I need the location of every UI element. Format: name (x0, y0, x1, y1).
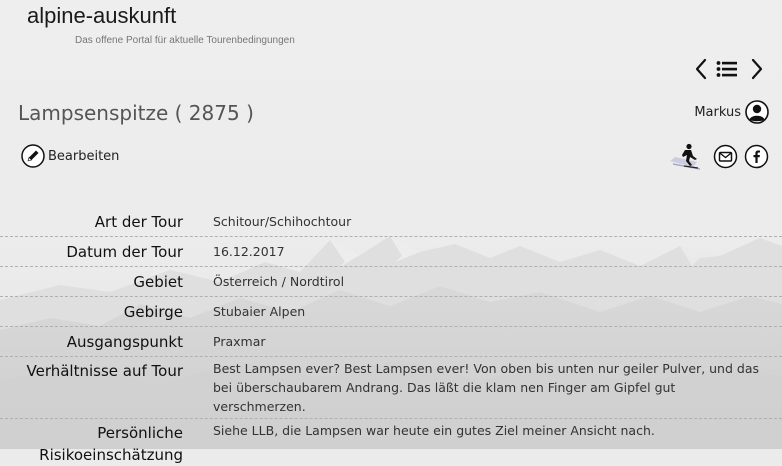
detail-value: Praxmar (213, 334, 266, 349)
detail-label: Verhältnisse auf Tour (26, 362, 184, 380)
detail-value: Österreich / Nordtirol (213, 274, 345, 289)
detail-label: Persönliche Risikoeinschätzung (39, 424, 183, 464)
share-actions (667, 142, 769, 170)
detail-value: Stubaier Alpen (213, 304, 306, 319)
edit-button[interactable]: Bearbeiten (21, 144, 119, 168)
facebook-icon[interactable] (744, 144, 769, 169)
detail-row-verhaeltnisse: Verhältnisse auf Tour Best Lampsen ever?… (0, 357, 782, 419)
tour-navigation (690, 57, 768, 81)
detail-label: Ausgangspunkt (66, 333, 183, 351)
mail-icon[interactable] (713, 144, 738, 169)
user-menu[interactable]: Markus (694, 100, 769, 124)
detail-value: Best Lampsen ever? Best Lampsen ever! Vo… (213, 361, 759, 414)
detail-label: Art der Tour (94, 213, 183, 231)
detail-row-ausgangspunkt: Ausgangspunkt Praxmar (0, 327, 782, 357)
list-icon[interactable] (714, 57, 740, 81)
detail-row-datum: Datum der Tour 16.12.2017 (0, 237, 782, 267)
skier-icon[interactable] (667, 142, 707, 170)
chevron-left-icon[interactable] (690, 57, 712, 81)
detail-label: Gebirge (123, 303, 183, 321)
detail-row-gebiet: Gebiet Österreich / Nordtirol (0, 267, 782, 297)
detail-value: 16.12.2017 (213, 244, 285, 259)
pencil-icon[interactable] (21, 144, 45, 168)
edit-label[interactable]: Bearbeiten (48, 149, 119, 164)
detail-label: Datum der Tour (66, 243, 183, 261)
detail-row-art: Art der Tour Schitour/Schihochtour (0, 207, 782, 237)
page-title: Lampsenspitze ( 2875 ) (18, 101, 254, 125)
detail-value: Siehe LLB, die Lampsen war heute ein gut… (213, 423, 655, 438)
chevron-right-icon[interactable] (746, 57, 768, 81)
site-title[interactable]: alpine-auskunft (27, 3, 176, 29)
tour-details: Art der Tour Schitour/Schihochtour Datum… (0, 207, 782, 466)
detail-label: Gebiet (133, 273, 183, 291)
detail-row-risiko: Persönliche Risikoeinschätzung Siehe LLB… (0, 419, 782, 466)
user-avatar-icon[interactable] (745, 100, 769, 124)
user-name[interactable]: Markus (694, 105, 741, 120)
detail-row-gebirge: Gebirge Stubaier Alpen (0, 297, 782, 327)
detail-value: Schitour/Schihochtour (213, 214, 352, 229)
site-subtitle: Das offene Portal für aktuelle Tourenbed… (75, 35, 295, 46)
